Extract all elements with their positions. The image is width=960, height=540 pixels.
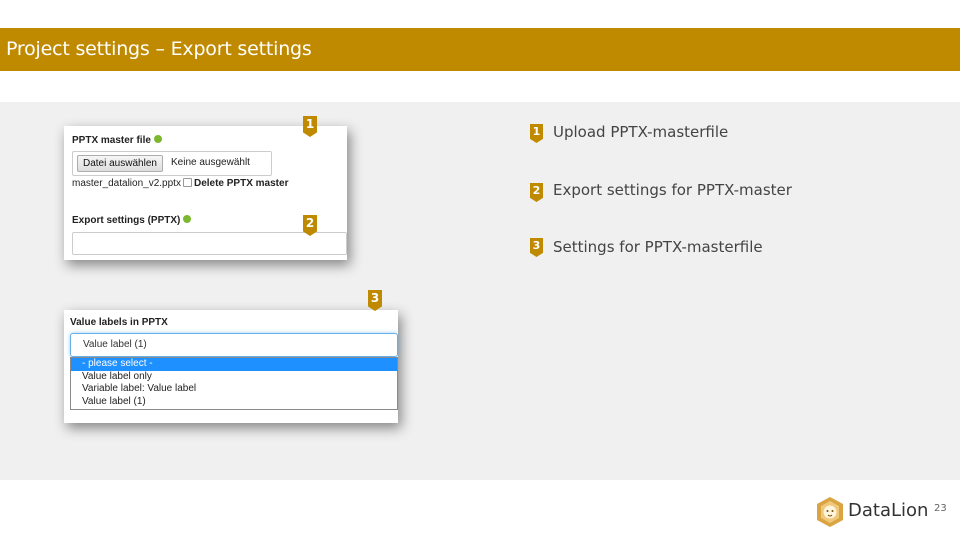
current-file-name: master_datalion_v2.pptx [72,178,181,189]
dropdown-option[interactable]: - please select - [71,358,397,371]
legend-item: Upload PPTX-masterfile [553,123,729,141]
delete-master-label: Delete PPTX master [193,178,289,189]
slide-title: Project settings – Export settings [0,28,960,71]
brand-name: DataLion [848,500,929,521]
pptx-settings-screenshot: PPTX master file Datei auswählen Keine a… [64,126,347,260]
legend-item: Settings for PPTX-masterfile [553,238,763,256]
export-settings-input[interactable] [72,232,347,255]
dropdown-option[interactable]: Value label only [71,371,397,384]
value-labels-label: Value labels in PPTX [70,317,168,328]
help-icon[interactable] [183,215,192,224]
export-settings-label-row: Export settings (PPTX) [72,215,192,226]
file-input[interactable]: Datei auswählen Keine ausgewählt [72,151,272,176]
value-labels-dropdown: - please select - Value label only Varia… [70,357,398,410]
choose-file-button[interactable]: Datei auswählen [77,155,163,172]
value-labels-select[interactable]: Value label (1) [70,333,398,357]
pptx-master-label: PPTX master file [72,135,151,146]
dropdown-option[interactable]: Variable label: Value label [71,383,397,396]
dropdown-option[interactable]: Value label (1) [71,396,397,409]
lion-logo-icon [817,497,843,527]
help-icon[interactable] [153,135,162,144]
page-number: 23 [934,503,947,514]
legend-item: Export settings for PPTX-master [553,181,792,199]
delete-master-checkbox[interactable] [182,177,192,187]
current-file-row: master_datalion_v2.pptx Delete PPTX maste… [72,177,289,189]
export-settings-label: Export settings (PPTX) [72,215,181,226]
file-status: Keine ausgewählt [171,157,250,168]
value-labels-screenshot: Value labels in PPTX Value label (1) - p… [64,310,398,423]
pptx-master-label-row: PPTX master file [72,135,162,146]
